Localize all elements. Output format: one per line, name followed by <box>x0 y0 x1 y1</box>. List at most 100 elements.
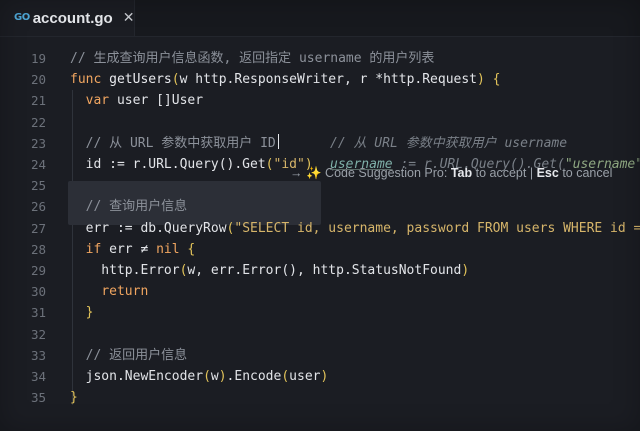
code-token: // 从 URL 参数中获取用户 ID <box>85 135 276 151</box>
ghost-token: "username" <box>564 157 640 172</box>
code-line[interactable]: 22 <box>0 112 640 133</box>
code-token: "id" <box>273 157 305 172</box>
code-token: id := r.URL.Query().Get <box>70 157 266 172</box>
code-line[interactable]: 28 if err ≠ nil { <box>0 239 640 260</box>
code-token: ) <box>461 263 470 278</box>
code-token: nil <box>156 241 188 257</box>
code-token: err := db.QueryRow <box>70 220 227 236</box>
code-line[interactable]: 27 err := db.QueryRow("SELECT id, userna… <box>0 218 640 239</box>
line-number: 24 <box>30 157 46 172</box>
code-token: http.Error <box>70 263 180 278</box>
code-token: ( <box>281 369 290 384</box>
code-token: var <box>85 93 117 109</box>
line-code: func getUsers(w http.ResponseWriter, r *… <box>70 69 501 90</box>
code-line[interactable]: 20 func getUsers(w http.ResponseWriter, r… <box>0 69 640 90</box>
code-token: getUsers <box>109 72 172 88</box>
code-line[interactable]: 19 // 生成查询用户信息函数, 返回指定 username 的用户列表 <box>0 48 640 69</box>
code-line[interactable]: 21 var user []User <box>0 90 640 111</box>
code-token: ( <box>203 369 211 384</box>
line-number: 30 <box>30 284 46 300</box>
line-code: } <box>70 387 78 408</box>
code-token: ) <box>320 369 329 384</box>
code-line[interactable]: 33 // 返回用户信息 <box>0 345 640 366</box>
code-line[interactable]: 32 <box>0 324 640 345</box>
code-line[interactable]: 31 } <box>0 302 640 323</box>
line-code: // 生成查询用户信息函数, 返回指定 username 的用户列表 <box>70 48 434 69</box>
text-cursor <box>277 133 280 149</box>
code-token: ) <box>477 72 485 88</box>
code-token: if <box>85 241 110 257</box>
editor-window: GO account.go ✕ → ✨ Code Suggestion Pro:… <box>0 0 640 431</box>
line-number: 22 <box>30 114 46 130</box>
line-number: 27 <box>30 220 46 236</box>
tab-account-go[interactable]: GO account.go ✕ <box>0 0 135 36</box>
code-token: ) <box>304 157 313 172</box>
ghost-token: := r.URL.Query().Get( <box>392 157 565 172</box>
code-editor[interactable]: → ✨ Code Suggestion Pro: Tab to accept |… <box>0 48 640 418</box>
line-code: } <box>70 302 94 323</box>
code-token: w <box>210 369 219 384</box>
ghost-suggestion-code: username := r.URL.Query().Get("username"… <box>330 154 640 175</box>
code-line[interactable]: 30 return <box>0 281 640 302</box>
code-line[interactable]: 26 // 查询用户信息 <box>0 196 640 217</box>
code-token: w http.ResponseWriter, r *http.Request <box>179 72 478 88</box>
line-code: json.NewEncoder(w).Encode(user) <box>70 366 329 387</box>
code-token: err ≠ <box>109 241 157 257</box>
line-code: // 返回用户信息 <box>70 345 187 366</box>
code-token: "SELECT id, username, password FROM user… <box>234 220 640 236</box>
line-number: 34 <box>30 369 46 384</box>
line-number: 21 <box>30 93 46 109</box>
line-code: http.Error(w, err.Error(), http.StatusNo… <box>70 260 469 281</box>
line-code: return <box>70 281 148 302</box>
line-code: err := db.QueryRow("SELECT id, username,… <box>70 218 640 239</box>
code-line[interactable]: 34 json.NewEncoder(w).Encode(user) <box>0 366 640 387</box>
line-number: 25 <box>30 178 46 194</box>
code-token: } <box>85 305 94 321</box>
code-token: user []User <box>116 93 204 109</box>
code-token: { <box>492 72 501 88</box>
code-token: // 查询用户信息 <box>85 199 188 215</box>
code-token: .Encode <box>226 369 282 384</box>
line-number: 26 <box>30 199 46 215</box>
code-token: { <box>187 241 196 257</box>
line-number: 20 <box>30 72 46 88</box>
line-number: 28 <box>30 241 46 257</box>
line-code: id := r.URL.Query().Get("id") <box>70 154 313 175</box>
code-token: ( <box>171 72 180 88</box>
line-number: 31 <box>30 305 46 321</box>
line-code: if err ≠ nil { <box>70 239 196 260</box>
ghost-token: username <box>330 157 393 172</box>
ghost-suggestion-comment: // 从 URL 参数中获取用户 username <box>330 135 568 151</box>
code-line[interactable]: 24 id := r.URL.Query().Get("id") username… <box>0 154 640 175</box>
tab-title: account.go <box>32 9 113 27</box>
code-line[interactable]: 35} <box>0 387 640 408</box>
close-icon[interactable]: ✕ <box>123 11 135 25</box>
code-token: func <box>70 72 110 88</box>
line-code: // 查询用户信息 <box>70 196 187 217</box>
line-number: 23 <box>30 135 46 151</box>
line-code: var user []User <box>70 90 203 111</box>
code-line[interactable]: 29 http.Error(w, err.Error(), http.Statu… <box>0 260 640 281</box>
line-number: 19 <box>30 51 46 66</box>
code-token: return <box>101 284 149 300</box>
code-token: } <box>70 390 78 406</box>
line-number: 32 <box>30 326 46 342</box>
go-file-icon: GO <box>14 12 30 23</box>
line-number: 35 <box>30 390 46 406</box>
code-token: // 返回用户信息 <box>85 347 188 363</box>
code-token: user <box>289 369 321 384</box>
code-token: w, err.Error(), http.StatusNotFound <box>187 263 462 278</box>
code-line[interactable]: 23 // 从 URL 参数中获取用户 ID // 从 URL 参数中获取用户 u… <box>0 133 640 154</box>
code-line[interactable]: 25 <box>0 175 640 196</box>
code-token: json.NewEncoder <box>70 369 204 384</box>
code-token: // 生成查询用户信息函数, 返回指定 username 的用户列表 <box>70 51 435 66</box>
line-number: 33 <box>30 347 46 363</box>
tab-bar: GO account.go ✕ <box>0 0 640 37</box>
